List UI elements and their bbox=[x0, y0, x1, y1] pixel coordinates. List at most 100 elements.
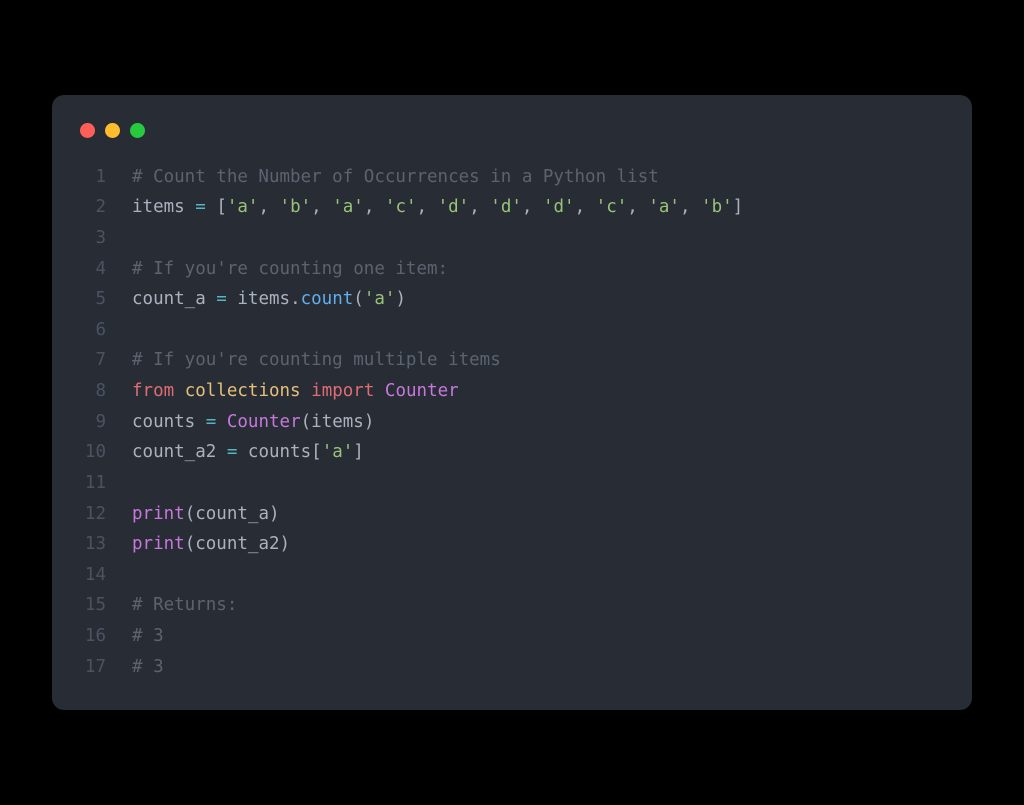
token bbox=[206, 197, 217, 217]
code-line: 6 bbox=[52, 315, 972, 346]
token: count bbox=[301, 289, 354, 309]
line-content: count_a = items.count('a') bbox=[132, 284, 406, 315]
token: , bbox=[522, 197, 543, 217]
token: Counter bbox=[385, 381, 459, 401]
token: = bbox=[216, 289, 227, 309]
line-content: # If you're counting multiple items bbox=[132, 345, 501, 376]
code-line: 12print(count_a) bbox=[52, 499, 972, 530]
token: ] bbox=[733, 197, 744, 217]
token: # Count the Number of Occurrences in a P… bbox=[132, 167, 659, 187]
token: = bbox=[227, 442, 238, 462]
code-line: 11 bbox=[52, 468, 972, 499]
token: = bbox=[195, 197, 206, 217]
line-content: print(count_a2) bbox=[132, 529, 290, 560]
line-number: 5 bbox=[52, 284, 132, 315]
line-number: 6 bbox=[52, 315, 132, 346]
token: # Returns: bbox=[132, 595, 237, 615]
token: from bbox=[132, 381, 174, 401]
line-content: from collections import Counter bbox=[132, 376, 459, 407]
line-content: count_a2 = counts['a'] bbox=[132, 437, 364, 468]
line-content: # Returns: bbox=[132, 590, 237, 621]
token: 'd' bbox=[490, 197, 522, 217]
line-content: # Count the Number of Occurrences in a P… bbox=[132, 162, 659, 193]
token: collections bbox=[185, 381, 301, 401]
token: ( bbox=[353, 289, 364, 309]
line-number: 14 bbox=[52, 560, 132, 591]
token: # If you're counting multiple items bbox=[132, 350, 501, 370]
token: count_a2 bbox=[132, 442, 227, 462]
token: count_a bbox=[132, 289, 216, 309]
token: (count_a2) bbox=[185, 534, 290, 554]
code-line: 16# 3 bbox=[52, 621, 972, 652]
line-number: 7 bbox=[52, 345, 132, 376]
token: , bbox=[258, 197, 279, 217]
token: Counter bbox=[227, 412, 301, 432]
token: = bbox=[206, 412, 217, 432]
code-line: 9counts = Counter(items) bbox=[52, 407, 972, 438]
line-content bbox=[132, 315, 143, 346]
line-number: 10 bbox=[52, 437, 132, 468]
token: 'a' bbox=[332, 197, 364, 217]
line-number: 16 bbox=[52, 621, 132, 652]
code-line: 4# If you're counting one item: bbox=[52, 254, 972, 285]
code-line: 8from collections import Counter bbox=[52, 376, 972, 407]
line-content: print(count_a) bbox=[132, 499, 280, 530]
maximize-icon[interactable] bbox=[130, 123, 145, 138]
code-line: 3 bbox=[52, 223, 972, 254]
code-editor[interactable]: 1# Count the Number of Occurrences in a … bbox=[52, 162, 972, 683]
token: [ bbox=[311, 442, 322, 462]
code-line: 13print(count_a2) bbox=[52, 529, 972, 560]
token: print bbox=[132, 534, 185, 554]
token: 'b' bbox=[280, 197, 312, 217]
line-content bbox=[132, 223, 143, 254]
token: counts bbox=[132, 412, 206, 432]
token: 'd' bbox=[543, 197, 575, 217]
minimize-icon[interactable] bbox=[105, 123, 120, 138]
code-line: 14 bbox=[52, 560, 972, 591]
line-number: 1 bbox=[52, 162, 132, 193]
line-number: 15 bbox=[52, 590, 132, 621]
token: 'c' bbox=[596, 197, 628, 217]
token: (items) bbox=[301, 412, 375, 432]
token: # If you're counting one item: bbox=[132, 259, 448, 279]
token bbox=[174, 381, 185, 401]
token: counts bbox=[237, 442, 311, 462]
code-line: 2items = ['a', 'b', 'a', 'c', 'd', 'd', … bbox=[52, 192, 972, 223]
token: , bbox=[469, 197, 490, 217]
token: 'a' bbox=[322, 442, 354, 462]
token: , bbox=[417, 197, 438, 217]
code-line: 15# Returns: bbox=[52, 590, 972, 621]
token: , bbox=[627, 197, 648, 217]
line-number: 9 bbox=[52, 407, 132, 438]
line-number: 8 bbox=[52, 376, 132, 407]
code-line: 5count_a = items.count('a') bbox=[52, 284, 972, 315]
token: # 3 bbox=[132, 657, 164, 677]
code-window: 1# Count the Number of Occurrences in a … bbox=[52, 95, 972, 711]
line-number: 2 bbox=[52, 192, 132, 223]
line-number: 17 bbox=[52, 652, 132, 683]
token: items bbox=[227, 289, 290, 309]
close-icon[interactable] bbox=[80, 123, 95, 138]
code-line: 1# Count the Number of Occurrences in a … bbox=[52, 162, 972, 193]
line-number: 12 bbox=[52, 499, 132, 530]
line-number: 4 bbox=[52, 254, 132, 285]
line-content: counts = Counter(items) bbox=[132, 407, 374, 438]
token: ) bbox=[395, 289, 406, 309]
line-number: 3 bbox=[52, 223, 132, 254]
code-line: 17# 3 bbox=[52, 652, 972, 683]
line-content: # 3 bbox=[132, 621, 164, 652]
token: 'a' bbox=[364, 289, 396, 309]
token: 'd' bbox=[438, 197, 470, 217]
line-content: items = ['a', 'b', 'a', 'c', 'd', 'd', '… bbox=[132, 192, 743, 223]
window-titlebar bbox=[52, 119, 972, 162]
line-content: # 3 bbox=[132, 652, 164, 683]
token: import bbox=[311, 381, 374, 401]
line-number: 11 bbox=[52, 468, 132, 499]
token bbox=[216, 412, 227, 432]
token: , bbox=[575, 197, 596, 217]
token: print bbox=[132, 504, 185, 524]
token: [ bbox=[216, 197, 227, 217]
token: 'a' bbox=[227, 197, 259, 217]
code-line: 7# If you're counting multiple items bbox=[52, 345, 972, 376]
token: 'a' bbox=[648, 197, 680, 217]
